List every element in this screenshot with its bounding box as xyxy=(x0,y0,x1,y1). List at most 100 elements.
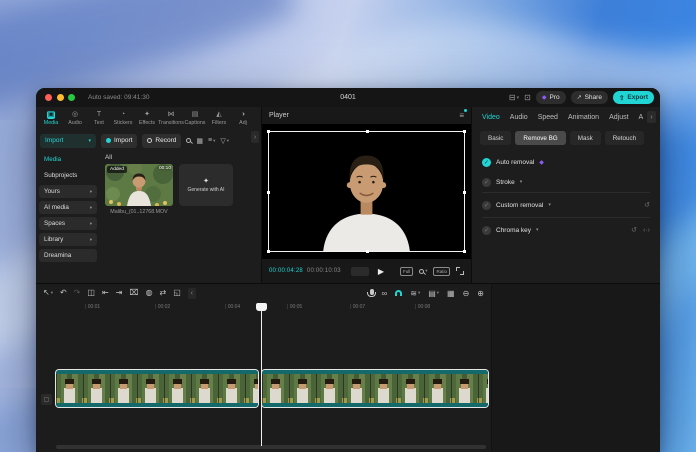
ratio-button[interactable]: Ratio xyxy=(433,267,450,276)
magnet-icon[interactable] xyxy=(395,290,402,296)
properties-tab[interactable]: Adjust xyxy=(609,114,628,121)
sidebar-item[interactable]: Yours ▾ xyxy=(39,185,97,198)
undo-button[interactable]: ↶ ▾ xyxy=(60,289,67,297)
resize-handle[interactable] xyxy=(463,250,466,253)
timeline-scrollbar[interactable] xyxy=(56,445,486,449)
option-checkbox[interactable]: ✓ xyxy=(482,158,491,167)
sidebar-item[interactable]: Library ▾ xyxy=(39,233,97,246)
tab-overflow-button[interactable]: › xyxy=(647,111,656,123)
player-menu-icon[interactable]: ≡ xyxy=(459,111,464,120)
split-button[interactable]: ◫ ▾ xyxy=(87,289,95,297)
close-window-button[interactable] xyxy=(45,94,52,101)
grid-view-icon[interactable]: ▦ xyxy=(196,137,203,145)
full-quality-button[interactable]: Full xyxy=(400,267,413,276)
sidebar-item[interactable]: Subprojects ▾ xyxy=(39,169,97,182)
resize-handle[interactable] xyxy=(366,250,369,253)
properties-subtab[interactable]: Mask xyxy=(570,131,601,145)
zoom-out-icon[interactable]: ⊖ xyxy=(463,289,470,298)
sidebar-item[interactable]: Dreamina ▾ xyxy=(39,249,97,262)
zoom-in-icon[interactable]: ⊕ xyxy=(477,289,484,298)
mic-icon[interactable] xyxy=(370,289,374,295)
import-icon xyxy=(106,138,111,143)
playhead-handle[interactable] xyxy=(256,303,267,311)
main-track-toggle[interactable]: ▢ xyxy=(41,394,52,405)
search-icon[interactable] xyxy=(186,138,191,143)
media-tab[interactable]: ◑ Adj xyxy=(231,111,255,126)
media-tab[interactable]: T Text xyxy=(87,111,111,126)
resize-handle[interactable] xyxy=(366,130,369,133)
properties-subtab[interactable]: Remove BG xyxy=(515,131,565,145)
sidebar-item[interactable]: Media ▾ xyxy=(39,153,97,166)
color-picker-icon[interactable]: ‹·› xyxy=(643,227,650,234)
pro-button[interactable]: ◆ Pro xyxy=(536,91,566,104)
playhead-line xyxy=(261,310,262,446)
properties-subtab[interactable]: Basic xyxy=(480,131,511,145)
chevron-down-icon[interactable]: ▾ xyxy=(520,180,522,185)
media-tab[interactable]: ◔ Stickers xyxy=(111,111,135,126)
properties-tab[interactable]: Speed xyxy=(538,114,558,121)
redo-button[interactable]: ↷ ▾ xyxy=(74,289,81,297)
generate-with-ai-card[interactable]: ✦ Generate with AI xyxy=(179,164,233,206)
share-button[interactable]: ↗ Share xyxy=(571,91,608,104)
resize-handle[interactable] xyxy=(463,191,466,194)
player-mode-button[interactable] xyxy=(351,267,369,276)
resize-handle[interactable] xyxy=(463,130,466,133)
import-dropdown[interactable]: Import ▾ xyxy=(40,134,96,148)
sort-icon[interactable]: ≡▾ xyxy=(208,137,215,144)
import-button[interactable]: Import xyxy=(101,134,137,148)
transition-button[interactable]: ⇄ ▾ xyxy=(160,289,167,297)
timeline-clip-right[interactable] xyxy=(262,370,488,407)
zoom-level-button[interactable]: ▾ xyxy=(419,268,427,274)
chevron-down-icon[interactable]: ▾ xyxy=(548,203,550,208)
sidebar-item[interactable]: AI media ▾ xyxy=(39,201,97,214)
resize-handle[interactable] xyxy=(267,130,270,133)
zoom-window-button[interactable] xyxy=(68,94,75,101)
layout-toggle-icon[interactable]: ⊟▾ xyxy=(509,93,519,102)
properties-tab[interactable]: A xyxy=(639,114,644,121)
tab-overflow-button[interactable]: › xyxy=(251,131,259,143)
auto-ripple-icon[interactable]: ≋▾ xyxy=(410,289,420,298)
video-selection-frame[interactable] xyxy=(268,131,465,252)
crop-button[interactable]: ◱ ▾ xyxy=(173,289,181,297)
properties-subtab[interactable]: Retouch xyxy=(605,131,644,145)
play-button[interactable]: ▶ xyxy=(378,267,384,276)
delete-right-button[interactable]: ⇥ ▾ xyxy=(116,289,123,297)
resize-handle[interactable] xyxy=(267,191,270,194)
panel-toggle-icon[interactable]: ⊡ xyxy=(524,93,531,102)
media-tab[interactable]: ▣ Media xyxy=(39,111,63,126)
properties-tab[interactable]: Video xyxy=(482,114,500,121)
media-tab[interactable]: ▤ Captions xyxy=(183,111,207,126)
option-checkbox[interactable]: ✓ xyxy=(482,178,491,187)
fullscreen-icon[interactable] xyxy=(456,267,464,275)
timeline-clip-left[interactable] xyxy=(56,370,258,407)
record-button[interactable]: Record xyxy=(142,134,181,148)
option-checkbox[interactable]: ✓ xyxy=(482,226,491,235)
properties-tab[interactable]: Animation xyxy=(568,114,599,121)
caption-tool-icon[interactable]: ▤▾ xyxy=(428,289,439,298)
filter-icon[interactable]: ▽▾ xyxy=(220,137,229,145)
preview-quality-icon[interactable]: ▦ xyxy=(447,289,455,298)
collapse-toolbar-button[interactable]: ‹ xyxy=(188,288,196,299)
export-button[interactable]: ⇧ Export xyxy=(613,91,654,104)
media-tab[interactable]: ◎ Audio xyxy=(63,111,87,126)
delete-left-button[interactable]: ⇤ ▾ xyxy=(102,289,109,297)
reset-icon[interactable]: ↺ xyxy=(631,226,637,234)
properties-tab[interactable]: Audio xyxy=(510,114,528,121)
sidebar-item[interactable]: Spaces ▾ xyxy=(39,217,97,230)
resize-handle[interactable] xyxy=(267,250,270,253)
remove-bg-options: ✓ Auto removal ◆ ▾ ↺ ‹·› ✓ Stroke ◆ xyxy=(472,149,660,242)
select-tool[interactable]: ↖ ▾ xyxy=(43,289,53,297)
media-tab[interactable]: ⋈ Transitions xyxy=(159,111,183,126)
option-row: ✓ Chroma key ◆ ▾ ↺ ‹·› xyxy=(482,217,650,242)
media-tab[interactable]: ◭ Filters xyxy=(207,111,231,126)
delete-button[interactable]: ⌧ ▾ xyxy=(129,289,138,297)
media-clip-thumbnail[interactable]: Added 00:10 xyxy=(105,164,173,206)
option-checkbox[interactable]: ✓ xyxy=(482,201,491,210)
mask-button[interactable]: ◍ ▾ xyxy=(146,289,153,297)
reset-icon[interactable]: ↺ xyxy=(644,201,650,209)
link-toggle-icon[interactable]: ∞ xyxy=(382,289,388,298)
media-tab-icon: ◎ xyxy=(71,111,79,119)
media-tab[interactable]: ✦ Effects xyxy=(135,111,159,126)
chevron-down-icon[interactable]: ▾ xyxy=(536,228,538,233)
minimize-window-button[interactable] xyxy=(57,94,64,101)
